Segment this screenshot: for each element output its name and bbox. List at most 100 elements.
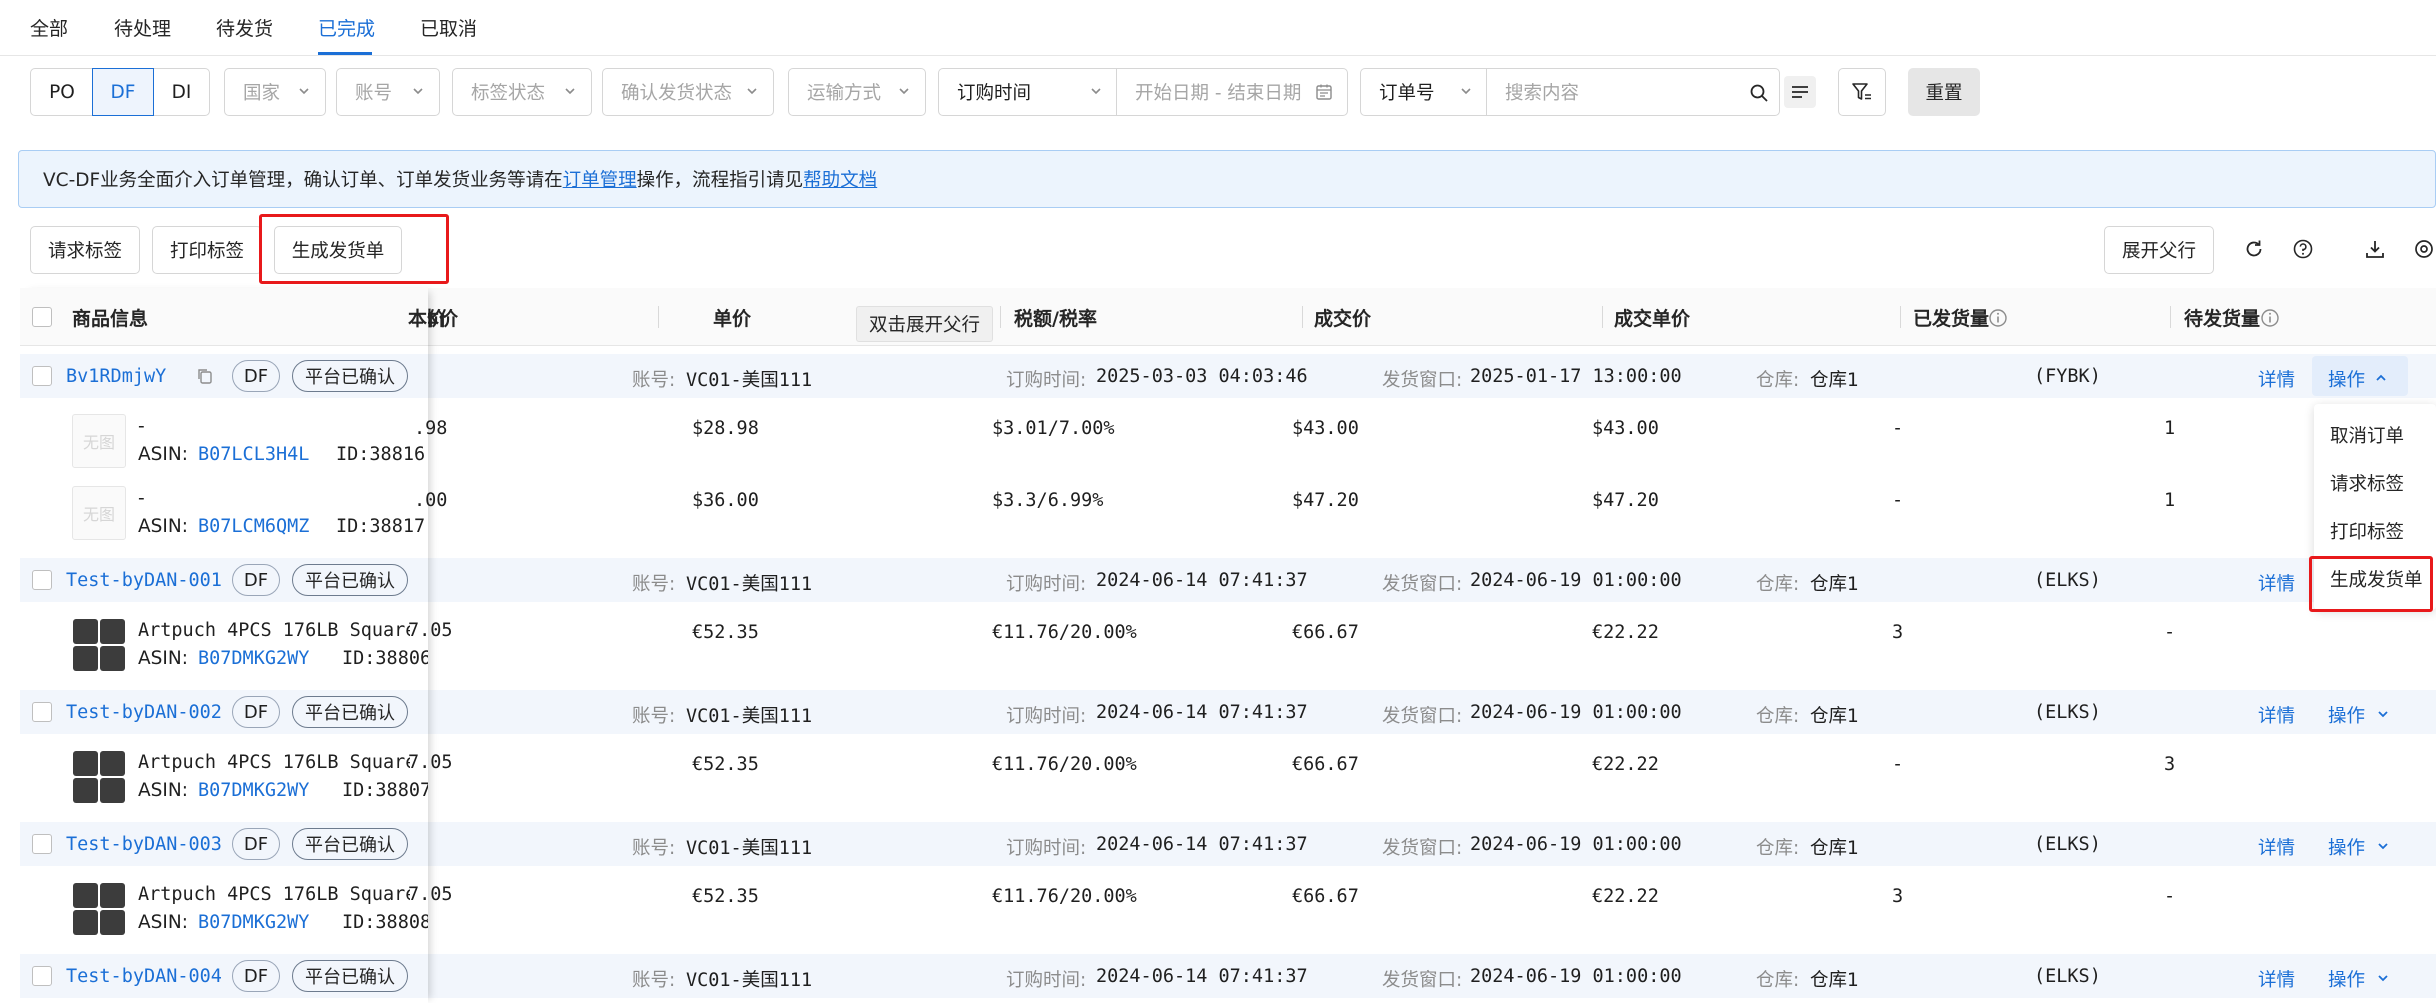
detail-link[interactable]: 详情 [2258, 702, 2295, 728]
help-icon[interactable] [2292, 238, 2314, 260]
status-badge: 平台已确认 [292, 564, 408, 596]
status-badge: 平台已确认 [292, 828, 408, 860]
order-id-link[interactable]: Bv1RDmjwY [66, 366, 166, 387]
account-value: VC01-美国111 [686, 370, 813, 391]
confirm-status-select[interactable]: 确认发货状态 [602, 68, 774, 116]
action-dropdown-label[interactable]: 操作 [2328, 366, 2365, 392]
row-checkbox[interactable] [32, 966, 52, 986]
chevron-down-icon [299, 88, 309, 95]
type-badge: DF [232, 360, 280, 392]
info-icon[interactable] [2260, 308, 2280, 328]
item-id: ID:38807 [342, 780, 428, 801]
filter-icon [1852, 83, 1871, 100]
status-badge: 平台已确认 [292, 696, 408, 728]
action-dropdown[interactable]: 操作 [2328, 966, 2365, 992]
product-name: - [138, 416, 145, 437]
item-id: ID:38806 [342, 648, 428, 669]
tab-pending[interactable]: 待处理 [114, 14, 171, 41]
search-icon[interactable] [1749, 83, 1769, 103]
menu-item-request-label[interactable]: 请求标签 [2330, 470, 2404, 496]
shipped-qty: - [1892, 754, 1904, 775]
column-settings-icon[interactable] [2412, 237, 2436, 261]
order-time-label: 订购时间: [1006, 838, 1087, 859]
label-status-select[interactable]: 标签状态 [452, 68, 592, 116]
warehouse-value: 仓库1 [1810, 706, 1859, 727]
search-field-select[interactable]: 订单号 [1360, 68, 1488, 116]
chevron-down-icon [2378, 711, 2388, 718]
search-input[interactable]: 搜索内容 [1486, 68, 1780, 116]
warehouse-value: 仓库1 [1810, 370, 1859, 391]
status-badge: 平台已确认 [292, 960, 408, 992]
advanced-search-button[interactable] [1784, 76, 1816, 108]
download-icon[interactable] [2364, 238, 2386, 260]
tab-to-ship[interactable]: 待发货 [216, 14, 273, 41]
asin-link[interactable]: B07LCL3H4L [198, 444, 309, 465]
ship-window-value: 2024-06-19 01:00:00 [1470, 834, 1682, 855]
tab-completed[interactable]: 已完成 [318, 14, 375, 41]
reset-button[interactable]: 重置 [1908, 68, 1980, 116]
asin-link[interactable]: B07LCM6QMZ [198, 516, 309, 537]
type-badge: DF [232, 828, 280, 860]
action-dropdown[interactable]: 操作 [2328, 834, 2365, 860]
account-select[interactable]: 账号 [336, 68, 440, 116]
warehouse-label: 仓库: [1756, 970, 1800, 991]
account-label: 账号: [632, 370, 676, 391]
banner-text-prefix: VC-DF业务全面介入订单管理，确认订单、订单发货业务等请在 [43, 170, 563, 191]
type-di-button[interactable]: DI [153, 68, 210, 116]
type-po-button[interactable]: PO [30, 68, 94, 116]
order-group-cell: Bv1RDmjwY DF 平台已确认 [20, 354, 428, 398]
tab-all[interactable]: 全部 [30, 14, 68, 41]
active-tab-indicator [318, 52, 372, 55]
row-checkbox[interactable] [32, 702, 52, 722]
deal-price: $43.00 [1292, 418, 1359, 439]
detail-link[interactable]: 详情 [2258, 570, 2295, 596]
menu-item-print-label[interactable]: 打印标签 [2330, 518, 2404, 544]
order-id-link[interactable]: Test-byDAN-003 [66, 834, 222, 855]
print-label-button[interactable]: 打印标签 [152, 226, 262, 274]
shipping-method-select[interactable]: 运输方式 [788, 68, 926, 116]
row-checkbox[interactable] [32, 366, 52, 386]
warehouse-label: 仓库: [1756, 370, 1800, 391]
type-badge: DF [232, 960, 280, 992]
shipped-qty: - [1892, 490, 1904, 511]
select-all-checkbox[interactable] [32, 307, 52, 327]
asin-link[interactable]: B07DMKG2WY [198, 912, 309, 933]
info-icon[interactable] [1988, 308, 2008, 328]
product-name: Artpuch 4PCS 176LB Square Of [138, 884, 410, 905]
asin-link[interactable]: B07DMKG2WY [198, 780, 309, 801]
refresh-icon[interactable] [2243, 238, 2265, 260]
row-checkbox[interactable] [32, 834, 52, 854]
date-range-picker[interactable]: 开始日期 - 结束日期 [1116, 68, 1348, 116]
asin-label: ASIN: [138, 912, 188, 933]
help-doc-link[interactable]: 帮助文档 [803, 166, 877, 192]
order-management-link[interactable]: 订单管理 [563, 166, 637, 192]
order-id-link[interactable]: Test-byDAN-001 [66, 570, 222, 591]
detail-link[interactable]: 详情 [2258, 366, 2295, 392]
expand-parent-rows-button[interactable]: 展开父行 [2104, 226, 2214, 274]
detail-link[interactable]: 详情 [2258, 966, 2295, 992]
detail-link[interactable]: 详情 [2258, 834, 2295, 860]
asin-label: ASIN: [138, 780, 188, 801]
menu-item-cancel-order[interactable]: 取消订单 [2330, 422, 2404, 448]
type-df-button[interactable]: DF [92, 68, 154, 116]
country-select[interactable]: 国家 [224, 68, 326, 116]
request-label-button[interactable]: 请求标签 [30, 226, 140, 274]
item-id: ID:38808 [342, 912, 428, 933]
deal-price: $47.20 [1292, 490, 1359, 511]
order-time-value: 2024-06-14 07:41:37 [1096, 570, 1308, 591]
action-dropdown[interactable]: 操作 [2328, 702, 2365, 728]
carrier-code: (FYBK) [2034, 366, 2101, 387]
calendar-icon [1316, 84, 1332, 100]
row-checkbox[interactable] [32, 570, 52, 590]
order-id-link[interactable]: Test-byDAN-004 [66, 966, 222, 987]
filter-settings-button[interactable] [1838, 68, 1886, 116]
copy-icon[interactable] [196, 367, 214, 385]
asin-link[interactable]: B07DMKG2WY [198, 648, 309, 669]
tab-cancelled[interactable]: 已取消 [420, 14, 477, 41]
time-field-select[interactable]: 订购时间 [938, 68, 1118, 116]
expand-tooltip: 双击展开父行 [856, 306, 994, 342]
header-shipped-qty: 已发货量 [1913, 308, 1990, 330]
shipping-method-label: 运输方式 [807, 83, 882, 104]
order-id-link[interactable]: Test-byDAN-002 [66, 702, 222, 723]
unit-price: €52.35 [692, 886, 759, 907]
